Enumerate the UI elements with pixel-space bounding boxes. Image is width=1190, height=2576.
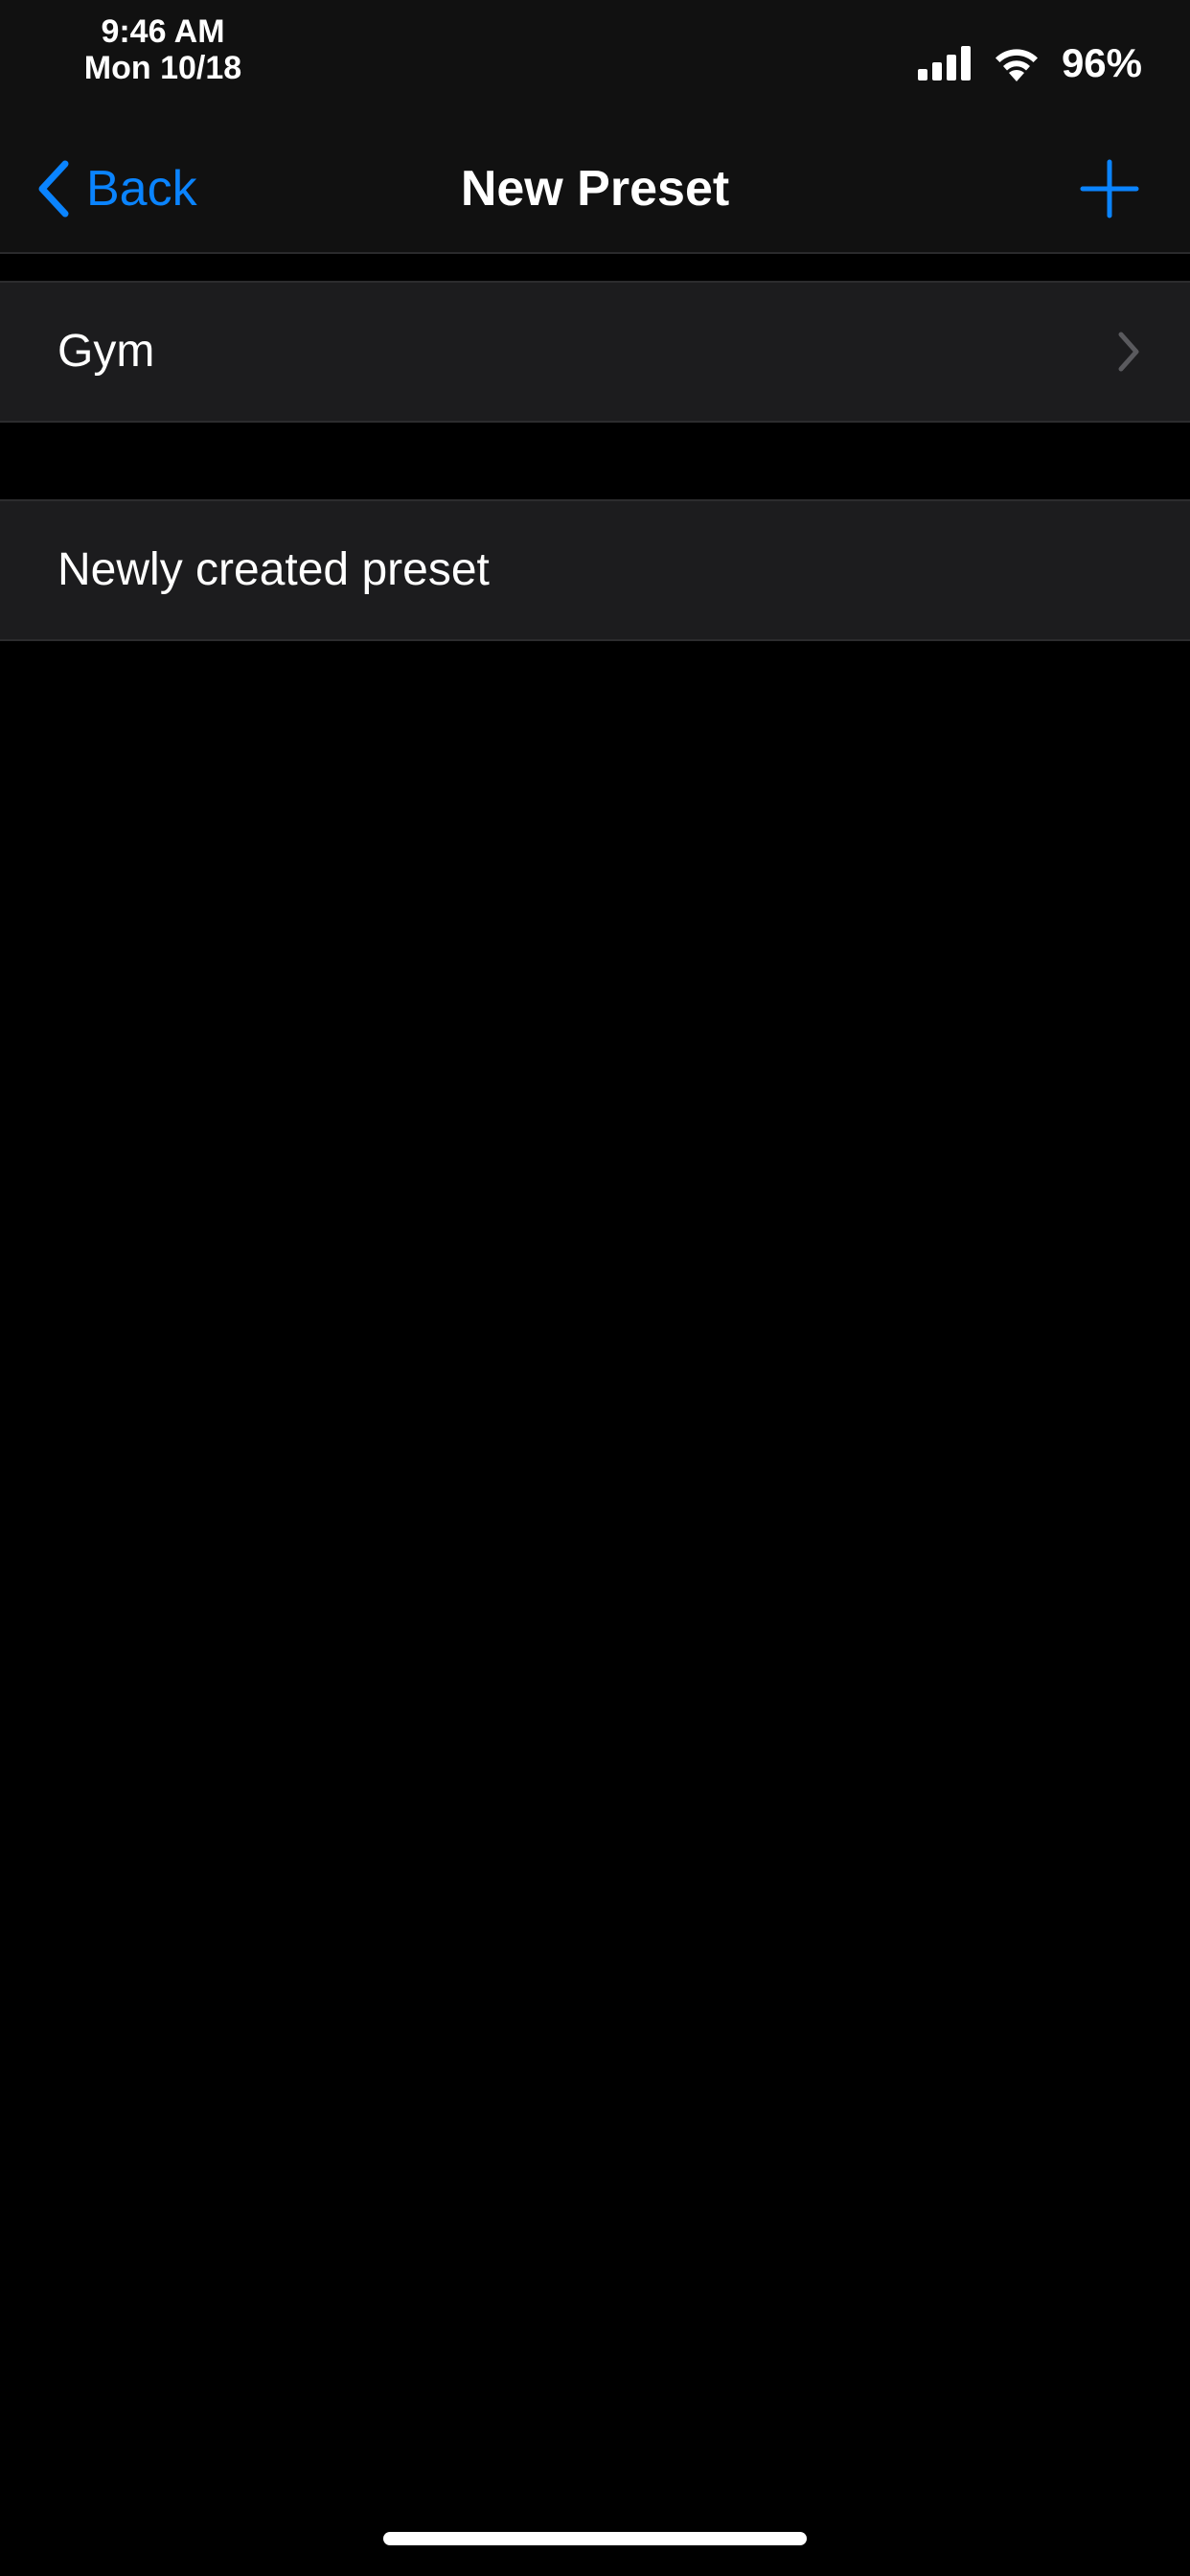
wifi-icon [993, 45, 1041, 81]
chevron-right-icon [1117, 331, 1140, 373]
status-time: 9:46 AM [101, 13, 225, 50]
list-item-label: Gym [57, 326, 155, 377]
list-item-new-preset[interactable]: Newly created preset [0, 501, 1190, 639]
chevron-left-icon [34, 159, 73, 218]
add-preset-button[interactable] [1077, 156, 1142, 221]
cellular-signal-icon [917, 46, 972, 80]
back-button-label: Back [86, 161, 197, 217]
battery-percentage: 96% [1061, 40, 1142, 85]
preset-list-group: Gym [0, 281, 1190, 423]
home-indicator[interactable] [383, 2532, 807, 2545]
list-item-label: Newly created preset [57, 544, 490, 595]
status-indicators: 96% [917, 36, 1142, 90]
new-preset-list-group: Newly created preset [0, 499, 1190, 641]
back-button[interactable]: Back [34, 153, 197, 224]
navigation-bar: Back New Preset [0, 125, 1190, 254]
status-date: Mon 10/18 [83, 50, 242, 86]
list-item-gym[interactable]: Gym [0, 283, 1190, 421]
status-time-date: 9:46 AM Mon 10/18 [57, 13, 268, 86]
status-bar: 9:46 AM Mon 10/18 96% [0, 0, 1190, 125]
plus-icon [1077, 156, 1142, 221]
